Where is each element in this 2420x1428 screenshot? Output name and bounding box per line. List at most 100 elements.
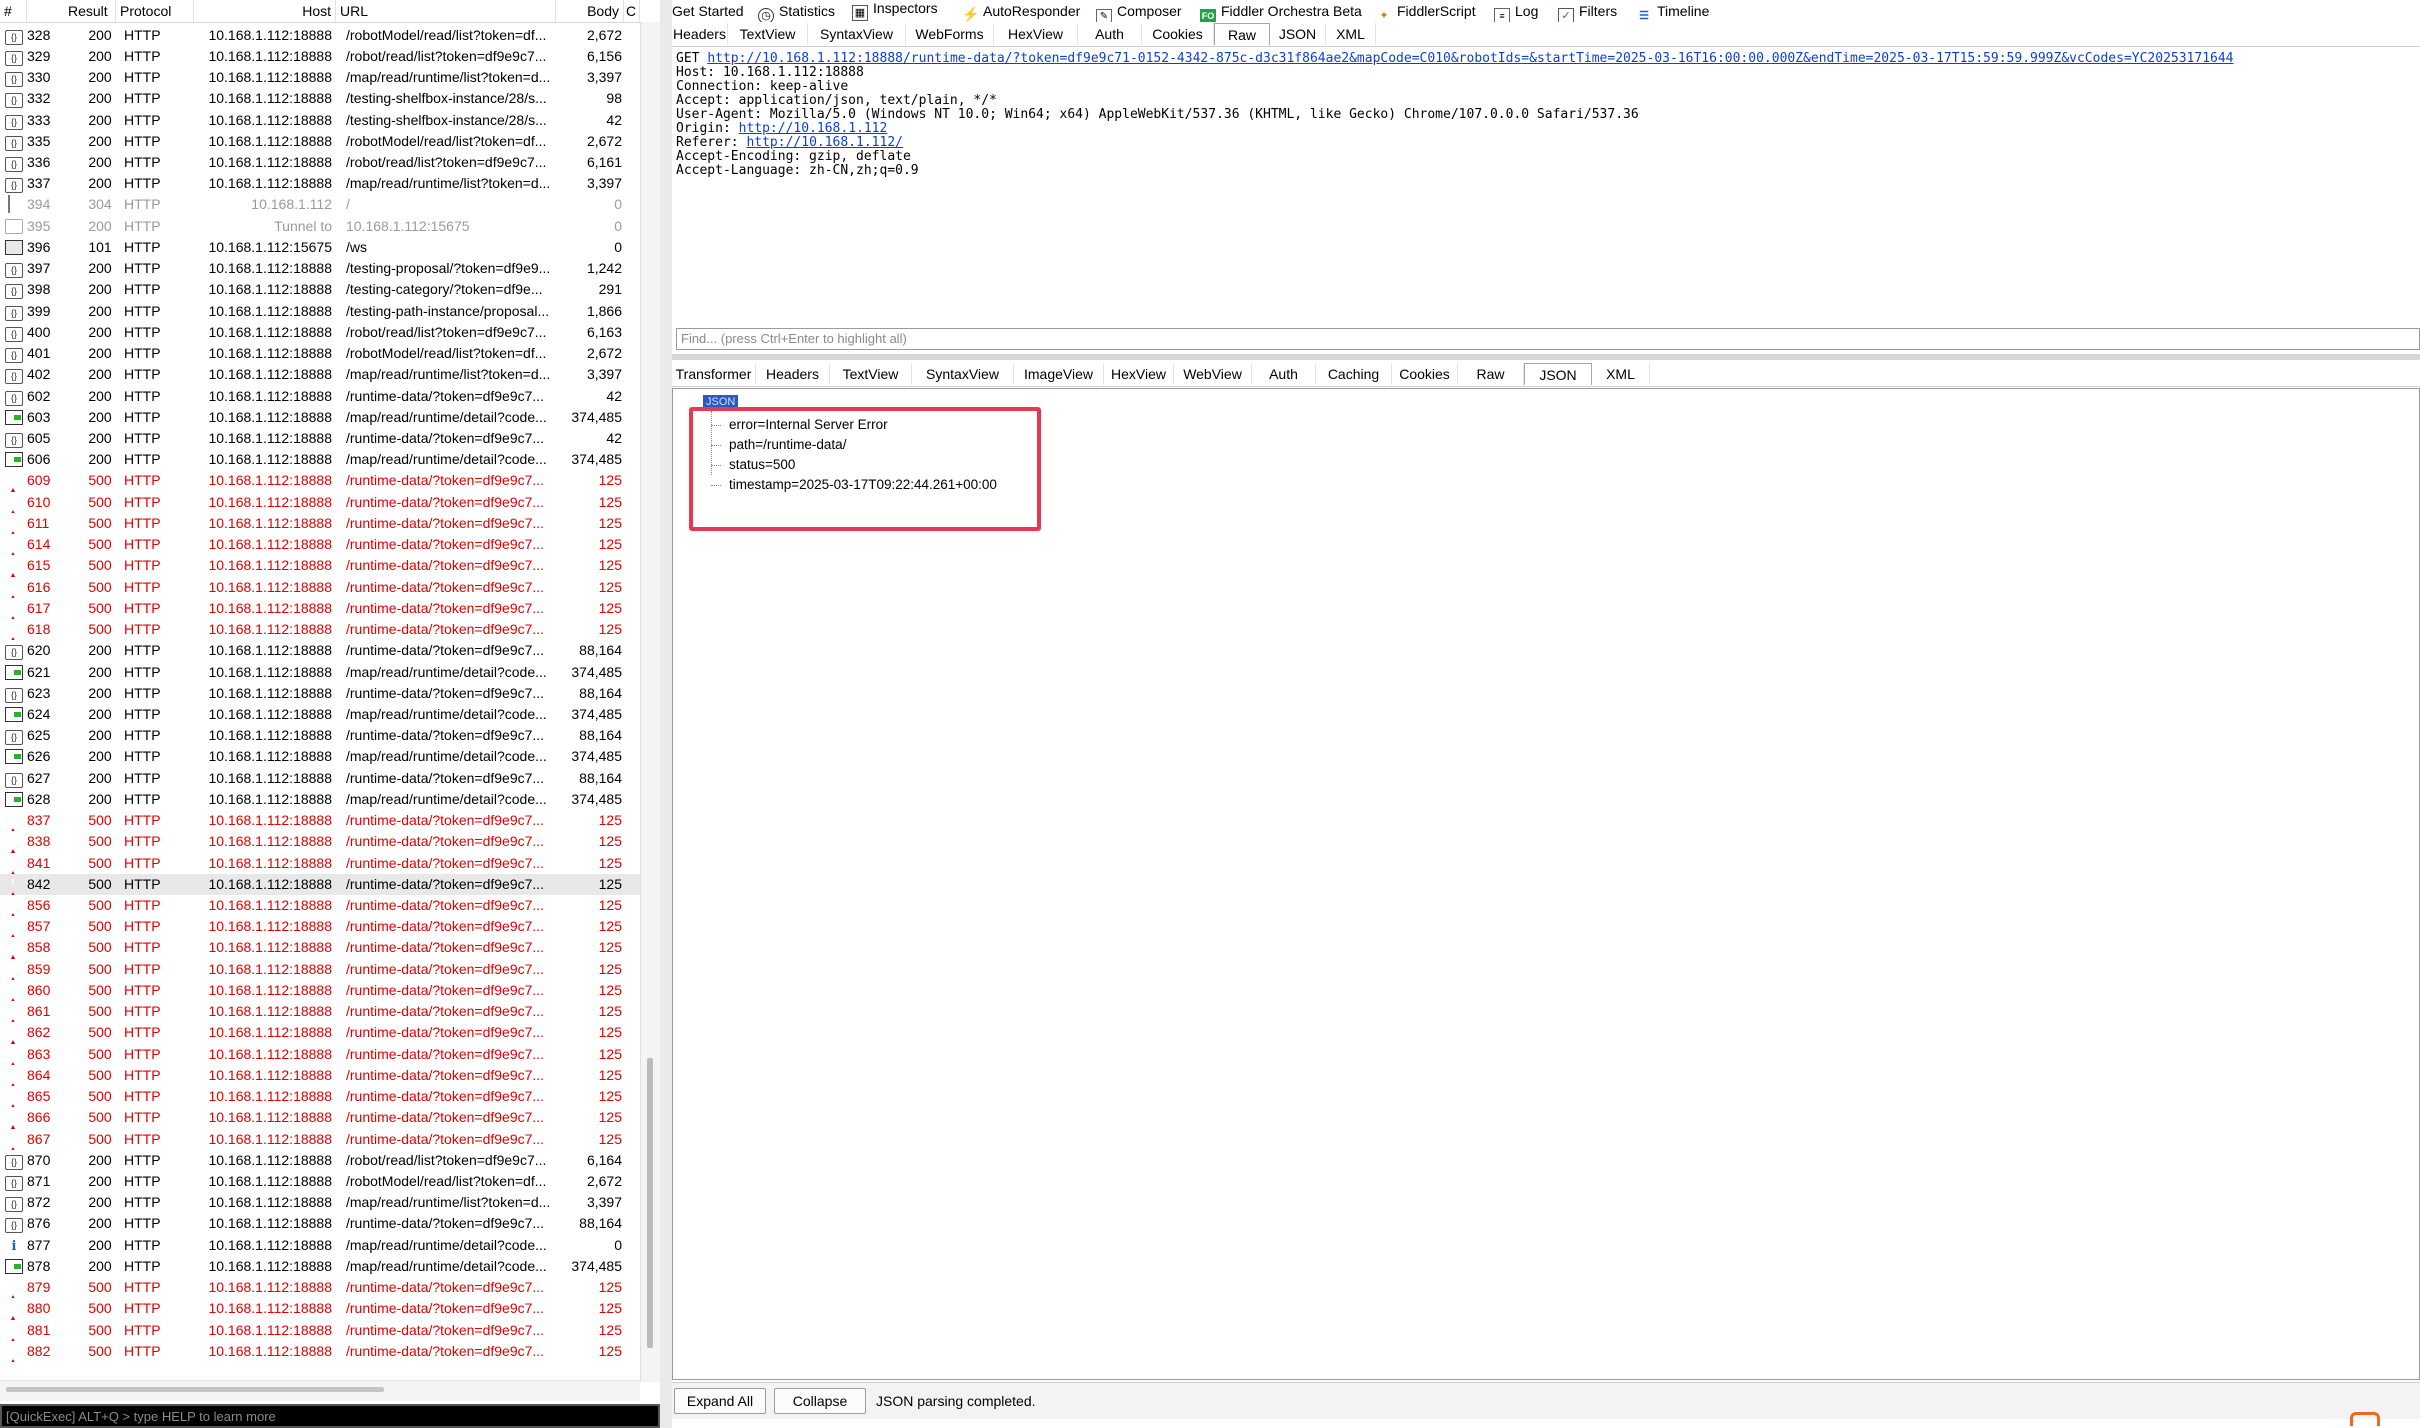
column-header-host[interactable]: Host bbox=[194, 0, 336, 22]
tab-raw[interactable]: Raw bbox=[1214, 23, 1270, 45]
session-row[interactable]: {} 623 200 HTTP 10.168.1.112:18888/runtime-d… bbox=[0, 683, 640, 704]
raw-request-url-link[interactable]: http://10.168.1.112:18888/runtime-data/?… bbox=[707, 52, 2233, 66]
request-raw-view[interactable]: GET http://10.168.1.112:18888/runtime-da… bbox=[676, 52, 2418, 324]
session-row[interactable]: 862 500 HTTP 10.168.1.112:18888/runtime-dat… bbox=[0, 1022, 640, 1044]
tab-auth[interactable]: Auth bbox=[1078, 23, 1142, 45]
session-row[interactable]: 867 500 HTTP 10.168.1.112:18888/runtime-dat… bbox=[0, 1129, 640, 1150]
tab-xml[interactable]: XML bbox=[1326, 23, 1376, 45]
session-row[interactable]: 841 500 HTTP 10.168.1.112:18888/runtime-dat… bbox=[0, 853, 640, 874]
session-row[interactable]: 609 500 HTTP 10.168.1.112:18888/runtime-dat… bbox=[0, 470, 640, 492]
horizontal-splitter[interactable] bbox=[672, 354, 2420, 360]
session-row[interactable]: 610 500 HTTP 10.168.1.112:18888/runtime-dat… bbox=[0, 492, 640, 513]
tab-textview[interactable]: TextView bbox=[728, 23, 808, 45]
session-row[interactable]: {} 336 200 HTTP 10.168.1.112:18888/robot/rea… bbox=[0, 152, 640, 173]
session-row[interactable]: 394 304 HTTP 10.168.1.112 / 0 bbox=[0, 194, 640, 215]
session-row[interactable]: 628 200 HTTP 10.168.1.112:18888/map/read/ru… bbox=[0, 789, 640, 810]
session-row[interactable]: {} 398 200 HTTP 10.168.1.112:18888/testing-c… bbox=[0, 279, 640, 300]
session-row[interactable]: 617 500 HTTP 10.168.1.112:18888/runtime-dat… bbox=[0, 598, 640, 619]
session-row[interactable]: 856 500 HTTP 10.168.1.112:18888/runtime-dat… bbox=[0, 895, 640, 917]
session-row[interactable]: 880 500 HTTP 10.168.1.112:18888/runtime-dat… bbox=[0, 1298, 640, 1320]
session-row[interactable]: {} 332 200 HTTP 10.168.1.112:18888/testing-s… bbox=[0, 88, 640, 109]
session-row[interactable]: {} 625 200 HTTP 10.168.1.112:18888/runtime-d… bbox=[0, 725, 640, 746]
tab-fiddlerscript[interactable]: ✦ FiddlerScript bbox=[1376, 0, 1475, 22]
scrollbar-thumb[interactable] bbox=[6, 1387, 384, 1392]
session-row[interactable]: 860 500 HTTP 10.168.1.112:18888/runtime-dat… bbox=[0, 980, 640, 1002]
session-row[interactable]: {} 402 200 HTTP 10.168.1.112:18888/map/read/… bbox=[0, 364, 640, 385]
session-row[interactable]: 865 500 HTTP 10.168.1.112:18888/runtime-dat… bbox=[0, 1086, 640, 1108]
session-row[interactable]: {} 876 200 HTTP 10.168.1.112:18888/runtime-d… bbox=[0, 1213, 640, 1234]
tab-filters[interactable]: ✓ Filters bbox=[1558, 0, 1617, 24]
session-row[interactable]: 606 200 HTTP 10.168.1.112:18888/map/read/ru… bbox=[0, 449, 640, 470]
session-row[interactable]: 861 500 HTTP 10.168.1.112:18888/runtime-dat… bbox=[0, 1001, 640, 1023]
session-list-horizontal-scrollbar[interactable] bbox=[0, 1380, 640, 1401]
session-row[interactable]: {} 602 200 HTTP 10.168.1.112:18888/runtime-d… bbox=[0, 386, 640, 407]
session-row[interactable]: {} 399 200 HTTP 10.168.1.112:18888/testing-p… bbox=[0, 301, 640, 322]
session-row[interactable]: 621 200 HTTP 10.168.1.112:18888/map/read/ru… bbox=[0, 662, 640, 683]
session-row[interactable]: 615 500 HTTP 10.168.1.112:18888/runtime-dat… bbox=[0, 555, 640, 577]
session-row[interactable]: {} 400 200 HTTP 10.168.1.112:18888/robot/rea… bbox=[0, 322, 640, 343]
session-row[interactable]: 857 500 HTTP 10.168.1.112:18888/runtime-dat… bbox=[0, 916, 640, 938]
tab-autoresponder[interactable]: ⚡ AutoResponder bbox=[962, 0, 1080, 22]
session-row[interactable]: {} 397 200 HTTP 10.168.1.112:18888/testing-p… bbox=[0, 258, 640, 279]
session-row[interactable]: {} 605 200 HTTP 10.168.1.112:18888/runtime-d… bbox=[0, 428, 640, 449]
vertical-splitter[interactable] bbox=[660, 0, 672, 1428]
raw-referer-link[interactable]: http://10.168.1.112/ bbox=[746, 135, 903, 150]
expand-all-button[interactable]: Expand All bbox=[674, 1388, 766, 1414]
session-row[interactable]: 859 500 HTTP 10.168.1.112:18888/runtime-dat… bbox=[0, 959, 640, 980]
session-row[interactable]: {} 401 200 HTTP 10.168.1.112:18888/robotMode… bbox=[0, 343, 640, 364]
column-header-body[interactable]: Body bbox=[556, 0, 624, 22]
tab-auth[interactable]: Auth bbox=[1252, 363, 1316, 385]
tab-caching[interactable]: Caching bbox=[1316, 363, 1392, 385]
session-row[interactable]: 395 200 HTTP Tunnel to 10.168.1.112:15675 0 bbox=[0, 216, 640, 237]
session-row[interactable]: {} 872 200 HTTP 10.168.1.112:18888/map/read/… bbox=[0, 1192, 640, 1213]
session-row[interactable]: 611 500 HTTP 10.168.1.112:18888/runtime-dat… bbox=[0, 513, 640, 535]
session-row[interactable]: 624 200 HTTP 10.168.1.112:18888/map/read/ru… bbox=[0, 704, 640, 725]
session-row[interactable]: 396 101 HTTP 10.168.1.112:15675/ws 0 bbox=[0, 237, 640, 258]
tab-syntaxview[interactable]: SyntaxView bbox=[808, 23, 906, 45]
tab-statistics[interactable]: ◷ Statistics bbox=[758, 0, 835, 24]
session-row[interactable]: 866 500 HTTP 10.168.1.112:18888/runtime-dat… bbox=[0, 1107, 640, 1129]
tab-headers[interactable]: Headers bbox=[672, 23, 728, 45]
collapse-button[interactable]: Collapse bbox=[774, 1388, 866, 1414]
session-row[interactable]: {} 871 200 HTTP 10.168.1.112:18888/robotMode… bbox=[0, 1171, 640, 1192]
session-row[interactable]: {} 328 200 HTTP 10.168.1.112:18888/robotMode… bbox=[0, 25, 640, 46]
session-row[interactable]: 879 500 HTTP 10.168.1.112:18888/runtime-dat… bbox=[0, 1277, 640, 1299]
quickexec-input[interactable]: [QuickExec] ALT+Q > type HELP to learn m… bbox=[0, 1404, 660, 1428]
session-row[interactable]: 837 500 HTTP 10.168.1.112:18888/runtime-dat… bbox=[0, 810, 640, 832]
json-tree-view[interactable]: JSON error=Internal Server Error path=/r… bbox=[672, 388, 2420, 1380]
session-row[interactable]: {} 337 200 HTTP 10.168.1.112:18888/map/read/… bbox=[0, 173, 640, 194]
scrollbar-thumb[interactable] bbox=[647, 1058, 653, 1348]
session-row[interactable]: 616 500 HTTP 10.168.1.112:18888/runtime-dat… bbox=[0, 577, 640, 598]
column-header-result[interactable]: Result bbox=[64, 0, 116, 22]
session-row[interactable]: 603 200 HTTP 10.168.1.112:18888/map/read/ru… bbox=[0, 407, 640, 428]
session-row[interactable]: 838 500 HTTP 10.168.1.112:18888/runtime-dat… bbox=[0, 831, 640, 853]
session-row[interactable]: 618 500 HTTP 10.168.1.112:18888/runtime-dat… bbox=[0, 619, 640, 641]
column-header-caching[interactable]: C bbox=[624, 0, 640, 22]
session-row[interactable]: 881 500 HTTP 10.168.1.112:18888/runtime-dat… bbox=[0, 1320, 640, 1341]
session-row[interactable]: 858 500 HTTP 10.168.1.112:18888/runtime-dat… bbox=[0, 937, 640, 959]
session-row[interactable]: {} 333 200 HTTP 10.168.1.112:18888/testing-s… bbox=[0, 110, 640, 131]
tab-cookies[interactable]: Cookies bbox=[1392, 363, 1458, 385]
session-row[interactable]: 864 500 HTTP 10.168.1.112:18888/runtime-dat… bbox=[0, 1065, 640, 1087]
session-row[interactable]: i 877 200 HTTP 10.168.1.112:18888/map/read/r… bbox=[0, 1235, 640, 1256]
session-row[interactable]: 626 200 HTTP 10.168.1.112:18888/map/read/ru… bbox=[0, 746, 640, 767]
session-row[interactable]: {} 627 200 HTTP 10.168.1.112:18888/runtime-d… bbox=[0, 768, 640, 789]
tab-timeline[interactable]: ☰ Timeline bbox=[1636, 0, 1709, 22]
tab-fiddler-orchestra[interactable]: FO Fiddler Orchestra Beta bbox=[1200, 0, 1362, 25]
find-input[interactable]: Find... (press Ctrl+Enter to highlight a… bbox=[676, 328, 2420, 350]
tab-transformer[interactable]: Transformer bbox=[672, 363, 756, 385]
tab-textview[interactable]: TextView bbox=[830, 363, 912, 385]
tab-log[interactable]: ≡ Log bbox=[1494, 0, 1538, 24]
tab-inspectors[interactable]: ▦ Inspectors bbox=[852, 0, 938, 21]
tab-raw[interactable]: Raw bbox=[1458, 363, 1524, 385]
column-header-url[interactable]: URL bbox=[336, 0, 556, 22]
tab-composer[interactable]: ✎ Composer bbox=[1096, 0, 1182, 25]
tab-xml[interactable]: XML bbox=[1592, 363, 1650, 385]
session-row[interactable]: {} 330 200 HTTP 10.168.1.112:18888/map/read/… bbox=[0, 67, 640, 88]
session-row[interactable]: 614 500 HTTP 10.168.1.112:18888/runtime-dat… bbox=[0, 534, 640, 556]
session-row[interactable]: 842 500 HTTP 10.168.1.112:18888/runtime-dat… bbox=[0, 873, 640, 895]
tab-webview[interactable]: WebView bbox=[1174, 363, 1252, 385]
column-header-protocol[interactable]: Protocol bbox=[116, 0, 194, 22]
tab-json[interactable]: JSON bbox=[1270, 23, 1326, 45]
session-list-vertical-scrollbar[interactable] bbox=[640, 22, 660, 1382]
